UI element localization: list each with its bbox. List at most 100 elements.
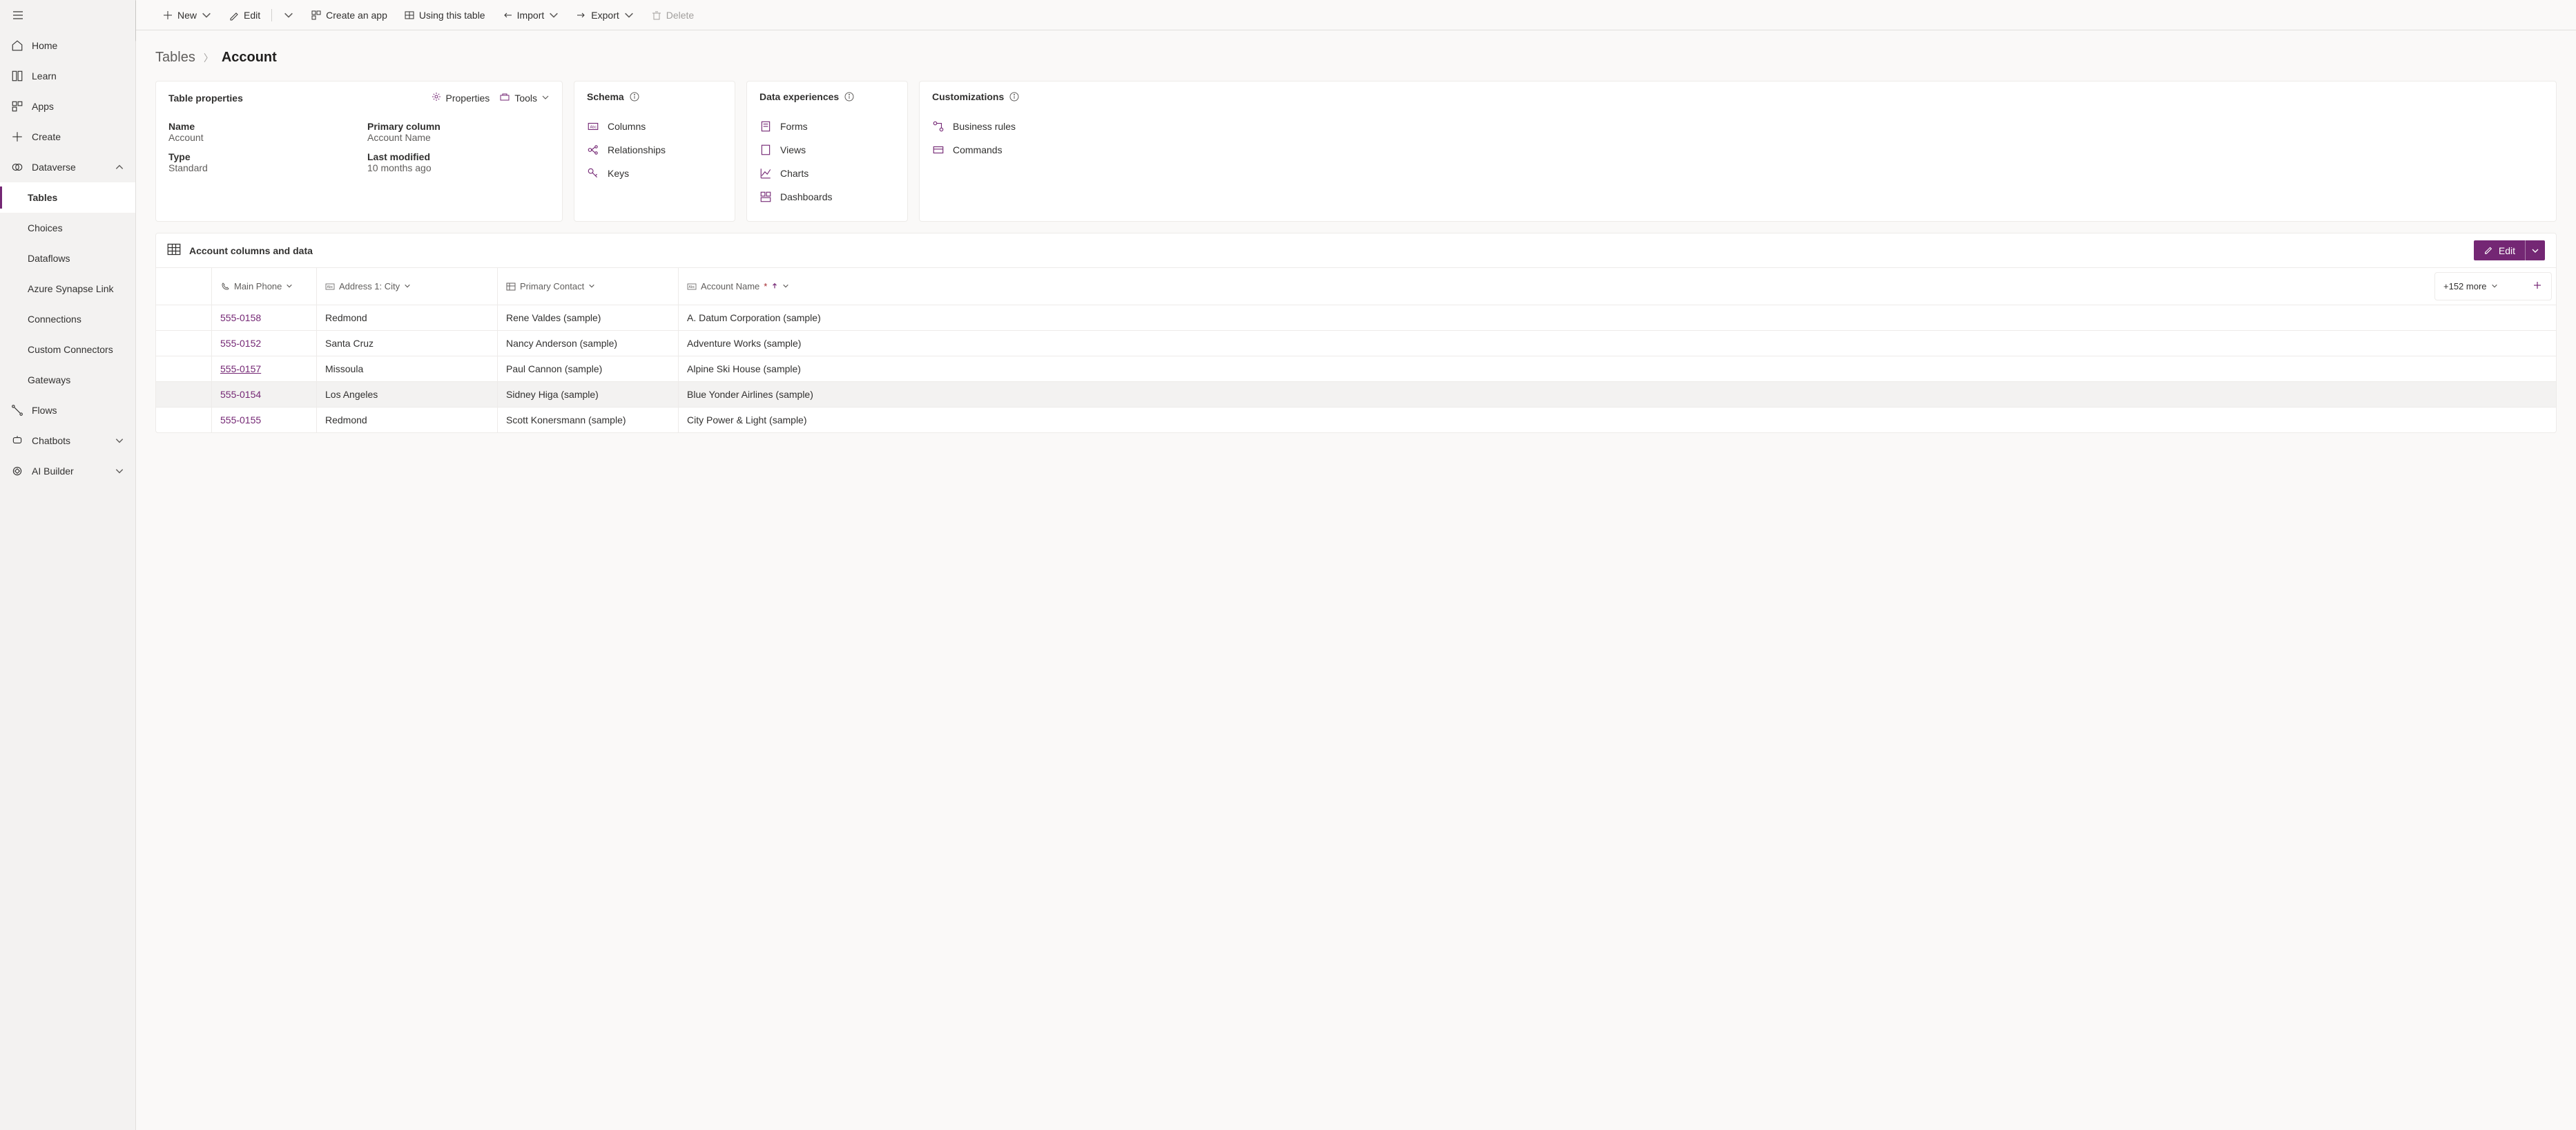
table-row[interactable]: 555-0157MissoulaPaul Cannon (sample)Alpi… — [156, 356, 2556, 381]
table-row[interactable]: 555-0158RedmondRene Valdes (sample)A. Da… — [156, 305, 2556, 330]
edit-data-button[interactable]: Edit — [2474, 240, 2525, 260]
edit-chevron-button[interactable] — [276, 7, 301, 23]
schema-keys-link[interactable]: Keys — [587, 162, 722, 185]
table-icon — [167, 242, 181, 258]
column-header-city[interactable]: Abc Address 1: City — [316, 268, 497, 305]
delete-button[interactable]: Delete — [644, 7, 701, 23]
sidebar-item-dataverse[interactable]: Dataverse — [0, 152, 135, 182]
cell-contact[interactable]: Scott Konersmann (sample) — [497, 408, 678, 432]
info-icon[interactable] — [1009, 92, 1019, 102]
schema-relationships-link[interactable]: Relationships — [587, 138, 722, 162]
edit-button[interactable]: Edit — [222, 7, 267, 23]
cell-city[interactable]: Redmond — [316, 408, 497, 432]
chevron-down-icon — [782, 281, 789, 291]
cell-phone[interactable]: 555-0155 — [211, 408, 316, 432]
cell-name[interactable]: A. Datum Corporation (sample) — [678, 305, 2556, 330]
export-icon — [576, 10, 587, 21]
lookup-type-icon — [506, 282, 516, 291]
app-icon — [311, 10, 322, 21]
create-app-button[interactable]: Create an app — [304, 7, 394, 23]
sidebar-item-create[interactable]: Create — [0, 122, 135, 152]
cell-name[interactable]: City Power & Light (sample) — [678, 408, 2556, 432]
sidebar-item-chatbots[interactable]: Chatbots — [0, 425, 135, 456]
data-section: Account columns and data Edit Main Phone — [155, 233, 2557, 433]
sidebar-item-apps[interactable]: Apps — [0, 91, 135, 122]
table-row[interactable]: 555-0152Santa CruzNancy Anderson (sample… — [156, 330, 2556, 356]
sidebar-item-learn[interactable]: Learn — [0, 61, 135, 91]
cell-contact[interactable]: Nancy Anderson (sample) — [497, 331, 678, 356]
table-row[interactable]: 555-0154Los AngelesSidney Higa (sample)B… — [156, 381, 2556, 407]
breadcrumb-parent[interactable]: Tables — [155, 50, 195, 66]
cell-phone[interactable]: 555-0154 — [211, 382, 316, 407]
text-type-icon: Abc — [687, 282, 697, 291]
sidebar-item-connections[interactable]: Connections — [0, 304, 135, 334]
using-table-button[interactable]: Using this table — [397, 7, 492, 23]
cell-city[interactable]: Missoula — [316, 356, 497, 381]
cell-contact[interactable]: Rene Valdes (sample) — [497, 305, 678, 330]
sidebar-item-ai-builder[interactable]: AI Builder — [0, 456, 135, 486]
dataexp-forms-link[interactable]: Forms — [759, 115, 895, 138]
sidebar-item-choices[interactable]: Choices — [0, 213, 135, 243]
cell-name[interactable]: Alpine Ski House (sample) — [678, 356, 2556, 381]
schema-columns-link[interactable]: Abc Columns — [587, 115, 722, 138]
custom-commands-link[interactable]: Commands — [932, 138, 2544, 162]
edit-data-chevron[interactable] — [2525, 240, 2545, 260]
cell-name[interactable]: Adventure Works (sample) — [678, 331, 2556, 356]
info-icon[interactable] — [630, 92, 639, 102]
dataexp-views-link[interactable]: Views — [759, 138, 895, 162]
chevron-down-icon — [588, 281, 595, 291]
list-item-label: Commands — [953, 144, 1003, 155]
column-header-name[interactable]: Abc Account Name * — [678, 268, 2430, 305]
main-content: New Edit Create an app Using this table … — [136, 0, 2576, 1130]
properties-button[interactable]: Properties — [431, 91, 490, 104]
table-row[interactable]: 555-0155RedmondScott Konersmann (sample)… — [156, 407, 2556, 432]
sidebar-item-dataflows[interactable]: Dataflows — [0, 243, 135, 274]
row-selector[interactable] — [156, 331, 211, 356]
sidebar-item-tables[interactable]: Tables — [0, 182, 135, 213]
cell-phone[interactable]: 555-0152 — [211, 331, 316, 356]
dataexp-charts-link[interactable]: Charts — [759, 162, 895, 185]
dataexp-dashboards-link[interactable]: Dashboards — [759, 185, 895, 209]
column-header-phone[interactable]: Main Phone — [211, 268, 316, 305]
command-bar: New Edit Create an app Using this table … — [136, 0, 2576, 30]
cell-contact[interactable]: Sidney Higa (sample) — [497, 382, 678, 407]
sidebar-item-label: Home — [32, 40, 57, 51]
commands-icon — [932, 144, 945, 156]
cell-phone[interactable]: 555-0157 — [211, 356, 316, 381]
cell-contact[interactable]: Paul Cannon (sample) — [497, 356, 678, 381]
chevron-right-icon: 〉 — [204, 51, 213, 65]
sidebar-item-custom-connectors[interactable]: Custom Connectors — [0, 334, 135, 365]
cell-city[interactable]: Los Angeles — [316, 382, 497, 407]
cell-city[interactable]: Redmond — [316, 305, 497, 330]
hamburger-button[interactable] — [0, 0, 135, 30]
sidebar-item-flows[interactable]: Flows — [0, 395, 135, 425]
sidebar-item-label: Create — [32, 131, 61, 142]
row-selector[interactable] — [156, 305, 211, 330]
new-button[interactable]: New — [155, 7, 219, 23]
sidebar-item-gateways[interactable]: Gateways — [0, 365, 135, 395]
sidebar-item-home[interactable]: Home — [0, 30, 135, 61]
row-selector[interactable] — [156, 408, 211, 432]
prop-lastmod-value: 10 months ago — [367, 162, 550, 178]
more-columns-button[interactable]: +152 more — [2434, 272, 2552, 300]
cell-city[interactable]: Santa Cruz — [316, 331, 497, 356]
tools-label: Tools — [514, 93, 537, 104]
data-section-title: Account columns and data — [189, 245, 313, 256]
add-column-icon[interactable] — [2532, 280, 2543, 293]
table-header: Main Phone Abc Address 1: City Primary C… — [156, 267, 2556, 305]
sidebar-item-label: Custom Connectors — [28, 344, 113, 355]
phone-type-icon — [220, 282, 230, 291]
row-selector[interactable] — [156, 382, 211, 407]
import-button[interactable]: Import — [495, 7, 567, 23]
custom-business-rules-link[interactable]: Business rules — [932, 115, 2544, 138]
row-selector-header — [156, 268, 211, 305]
row-selector[interactable] — [156, 356, 211, 381]
info-icon[interactable] — [844, 92, 854, 102]
column-header-contact[interactable]: Primary Contact — [497, 268, 678, 305]
export-button[interactable]: Export — [569, 7, 641, 23]
cell-name[interactable]: Blue Yonder Airlines (sample) — [678, 382, 2556, 407]
sidebar-item-synapse[interactable]: Azure Synapse Link — [0, 274, 135, 304]
edit-data-split-button[interactable]: Edit — [2474, 240, 2545, 260]
tools-button[interactable]: Tools — [499, 91, 550, 104]
cell-phone[interactable]: 555-0158 — [211, 305, 316, 330]
